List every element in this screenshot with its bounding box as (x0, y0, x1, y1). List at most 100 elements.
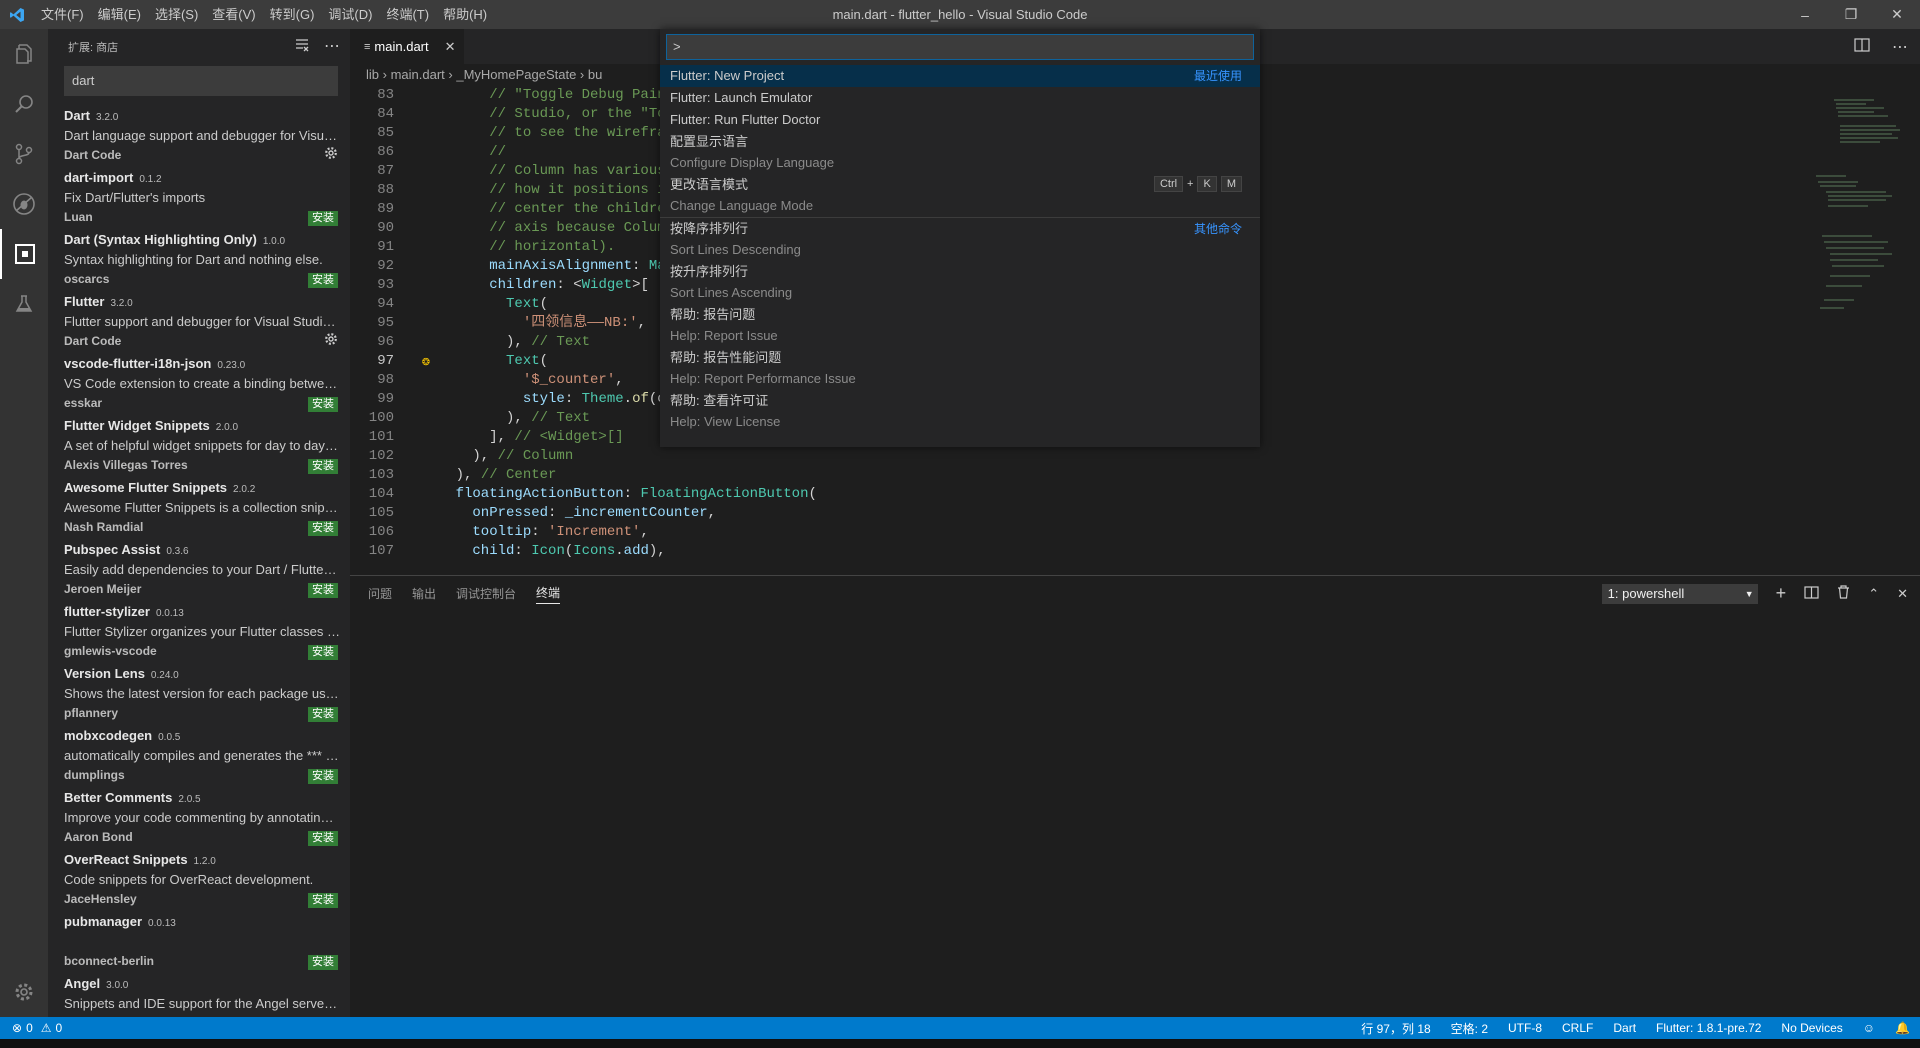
panel-tab[interactable]: 输出 (412, 585, 436, 602)
command-item[interactable]: 帮助: 报告问题 Help: Report Issue (660, 304, 1260, 347)
editor-more-icon[interactable]: ⋯ (1892, 37, 1908, 57)
menu-item[interactable]: 文件(F) (34, 0, 91, 29)
split-editor-icon[interactable] (1854, 38, 1870, 55)
command-item[interactable]: 配置显示语言 Configure Display Language (660, 131, 1260, 174)
extension-item[interactable]: Dart (Syntax Highlighting Only) 1.0.0 Synt… (48, 230, 350, 292)
explorer-icon[interactable] (0, 29, 48, 79)
settings-gear-icon[interactable] (0, 967, 48, 1017)
command-item[interactable]: Flutter: Launch Emulator (660, 87, 1260, 109)
close-window-icon[interactable]: ✕ (1874, 0, 1920, 29)
manage-gear-icon[interactable] (324, 146, 338, 163)
command-item[interactable]: 更改语言模式 Change Language Mode Ctrl + K M (660, 174, 1260, 217)
minimize-icon[interactable]: – (1782, 0, 1828, 29)
search-icon[interactable] (0, 79, 48, 129)
menu-item[interactable]: 转到(G) (263, 0, 322, 29)
extension-item[interactable]: Pubspec Assist 0.3.6 Easily add dependenci… (48, 540, 350, 602)
command-item[interactable]: 帮助: 报告性能问题 Help: Report Performance Issue (660, 347, 1260, 390)
lightbulb-icon[interactable]: ❂ (422, 352, 430, 371)
menu-item[interactable]: 查看(V) (205, 0, 262, 29)
extensions-sidebar: 扩展: 商店 ⋯ dart Dart 3.2.0 Dart language sup… (48, 29, 350, 1017)
cursor-position[interactable]: 行 97，列 18 (1361, 1020, 1430, 1037)
install-button[interactable]: 安装 (308, 211, 338, 226)
command-detail: Help: Report Performance Issue (670, 371, 856, 386)
line-ending[interactable]: CRLF (1562, 1021, 1593, 1035)
code-token: style (422, 391, 565, 407)
clear-extensions-icon[interactable] (294, 37, 310, 56)
extension-item[interactable]: pubmanager 0.0.13 bconnect-berlin 安装 (48, 912, 350, 974)
extension-version: 0.0.13 (155, 608, 184, 619)
extension-search-input[interactable]: dart (64, 66, 338, 96)
menu-item[interactable]: 调试(D) (321, 0, 379, 29)
indentation[interactable]: 空格: 2 (1451, 1020, 1488, 1037)
command-item[interactable]: 帮助: 查看许可证 Help: View License (660, 390, 1260, 433)
close-tab-icon[interactable]: ✕ (445, 39, 456, 55)
install-button[interactable]: 安装 (308, 521, 338, 536)
install-button[interactable]: 安装 (308, 893, 338, 908)
install-button[interactable]: 安装 (308, 769, 338, 784)
more-actions-icon[interactable]: ⋯ (324, 38, 340, 55)
breadcrumb-item[interactable]: bu (588, 67, 602, 82)
panel-tab[interactable]: 调试控制台 (456, 585, 516, 602)
extension-item[interactable]: dart-import 0.1.2 Fix Dart/Flutter's impor… (48, 168, 350, 230)
extensions-icon[interactable] (0, 229, 48, 279)
command-palette-input[interactable]: > (666, 34, 1254, 60)
command-item[interactable]: 按升序排列行 Sort Lines Ascending (660, 261, 1260, 304)
source-control-icon[interactable] (0, 129, 48, 179)
extension-item[interactable]: Better Comments 2.0.5 Improve your code co… (48, 788, 350, 850)
error-count: 0 (26, 1021, 33, 1035)
tab-main-dart[interactable]: ≡ main.dart ✕ (350, 29, 464, 64)
install-button[interactable]: 安装 (308, 707, 338, 722)
extension-item[interactable]: vscode-flutter-i18n-json 0.23.0 VS Code ex… (48, 354, 350, 416)
feedback-smiley-icon[interactable]: ☺ (1863, 1021, 1875, 1035)
extension-name: OverReact Snippets (64, 852, 188, 867)
kill-terminal-trash-icon[interactable] (1837, 585, 1850, 602)
extension-item[interactable]: Flutter Widget Snippets 2.0.0 A set of hel… (48, 416, 350, 478)
code-token: : < (556, 277, 582, 293)
breadcrumb-item[interactable]: main.dart (391, 67, 445, 82)
problems-status[interactable]: ⊗ 0 ⚠ 0 (0, 1021, 62, 1035)
menu-item[interactable]: 编辑(E) (91, 0, 148, 29)
extension-item[interactable]: Flutter 3.2.0 Flutter support and debugger… (48, 292, 350, 354)
command-item[interactable]: Flutter: New Project 最近使用 (660, 65, 1260, 87)
split-terminal-icon[interactable] (1804, 585, 1819, 602)
extension-item[interactable]: Dart 3.2.0 Dart language support and debug… (48, 106, 350, 168)
close-panel-icon[interactable]: ✕ (1897, 586, 1908, 602)
minimap[interactable] (1806, 86, 1906, 575)
extension-item[interactable]: mobxcodegen 0.0.5 automatically compiles a… (48, 726, 350, 788)
menu-item[interactable]: 选择(S) (148, 0, 205, 29)
install-button[interactable]: 安装 (308, 397, 338, 412)
extension-item[interactable]: flutter-stylizer 0.0.13 Flutter Stylizer o… (48, 602, 350, 664)
language-mode[interactable]: Dart (1613, 1021, 1636, 1035)
breadcrumb-item[interactable]: lib (366, 67, 379, 82)
extension-item[interactable]: OverReact Snippets 1.2.0 Code snippets for… (48, 850, 350, 912)
panel-tab[interactable]: 问题 (368, 585, 392, 602)
restore-icon[interactable]: ❐ (1828, 0, 1874, 29)
command-item[interactable]: Flutter: Run Flutter Doctor (660, 109, 1260, 131)
encoding[interactable]: UTF-8 (1508, 1021, 1542, 1035)
command-item[interactable]: 按降序排列行 Sort Lines Descending 其他命令 (660, 217, 1260, 261)
panel-tab[interactable]: 终端 (536, 584, 561, 604)
menu-item[interactable]: 终端(T) (379, 0, 436, 29)
extension-item[interactable]: Angel 3.0.0 Snippets and IDE support for t… (48, 974, 350, 1017)
install-button[interactable]: 安装 (308, 955, 338, 970)
menu-item[interactable]: 帮助(H) (436, 0, 494, 29)
debug-icon[interactable] (0, 179, 48, 229)
install-button[interactable]: 安装 (308, 831, 338, 846)
command-detail: Sort Lines Ascending (670, 285, 793, 300)
terminal-select[interactable]: 1: powershell ▼ (1601, 583, 1758, 604)
notifications-bell-icon[interactable]: 🔔 (1895, 1021, 1910, 1035)
install-button[interactable]: 安装 (308, 273, 338, 288)
install-button[interactable]: 安装 (308, 583, 338, 598)
maximize-panel-chevron-up-icon[interactable]: ⌃ (1868, 586, 1879, 602)
extension-item[interactable]: Version Lens 0.24.0 Shows the latest versi… (48, 664, 350, 726)
install-button[interactable]: 安装 (308, 645, 338, 660)
install-button[interactable]: 安装 (308, 459, 338, 474)
testing-flask-icon[interactable] (0, 279, 48, 329)
manage-gear-icon[interactable] (324, 332, 338, 349)
device-selector[interactable]: No Devices (1781, 1021, 1842, 1035)
breadcrumb-item[interactable]: _MyHomePageState (456, 67, 576, 82)
flutter-version[interactable]: Flutter: 1.8.1-pre.72 (1656, 1021, 1761, 1035)
extension-item[interactable]: Awesome Flutter Snippets 2.0.2 Awesome Flu… (48, 478, 350, 540)
code-token: Text (422, 353, 540, 369)
new-terminal-icon[interactable]: + (1776, 583, 1787, 604)
